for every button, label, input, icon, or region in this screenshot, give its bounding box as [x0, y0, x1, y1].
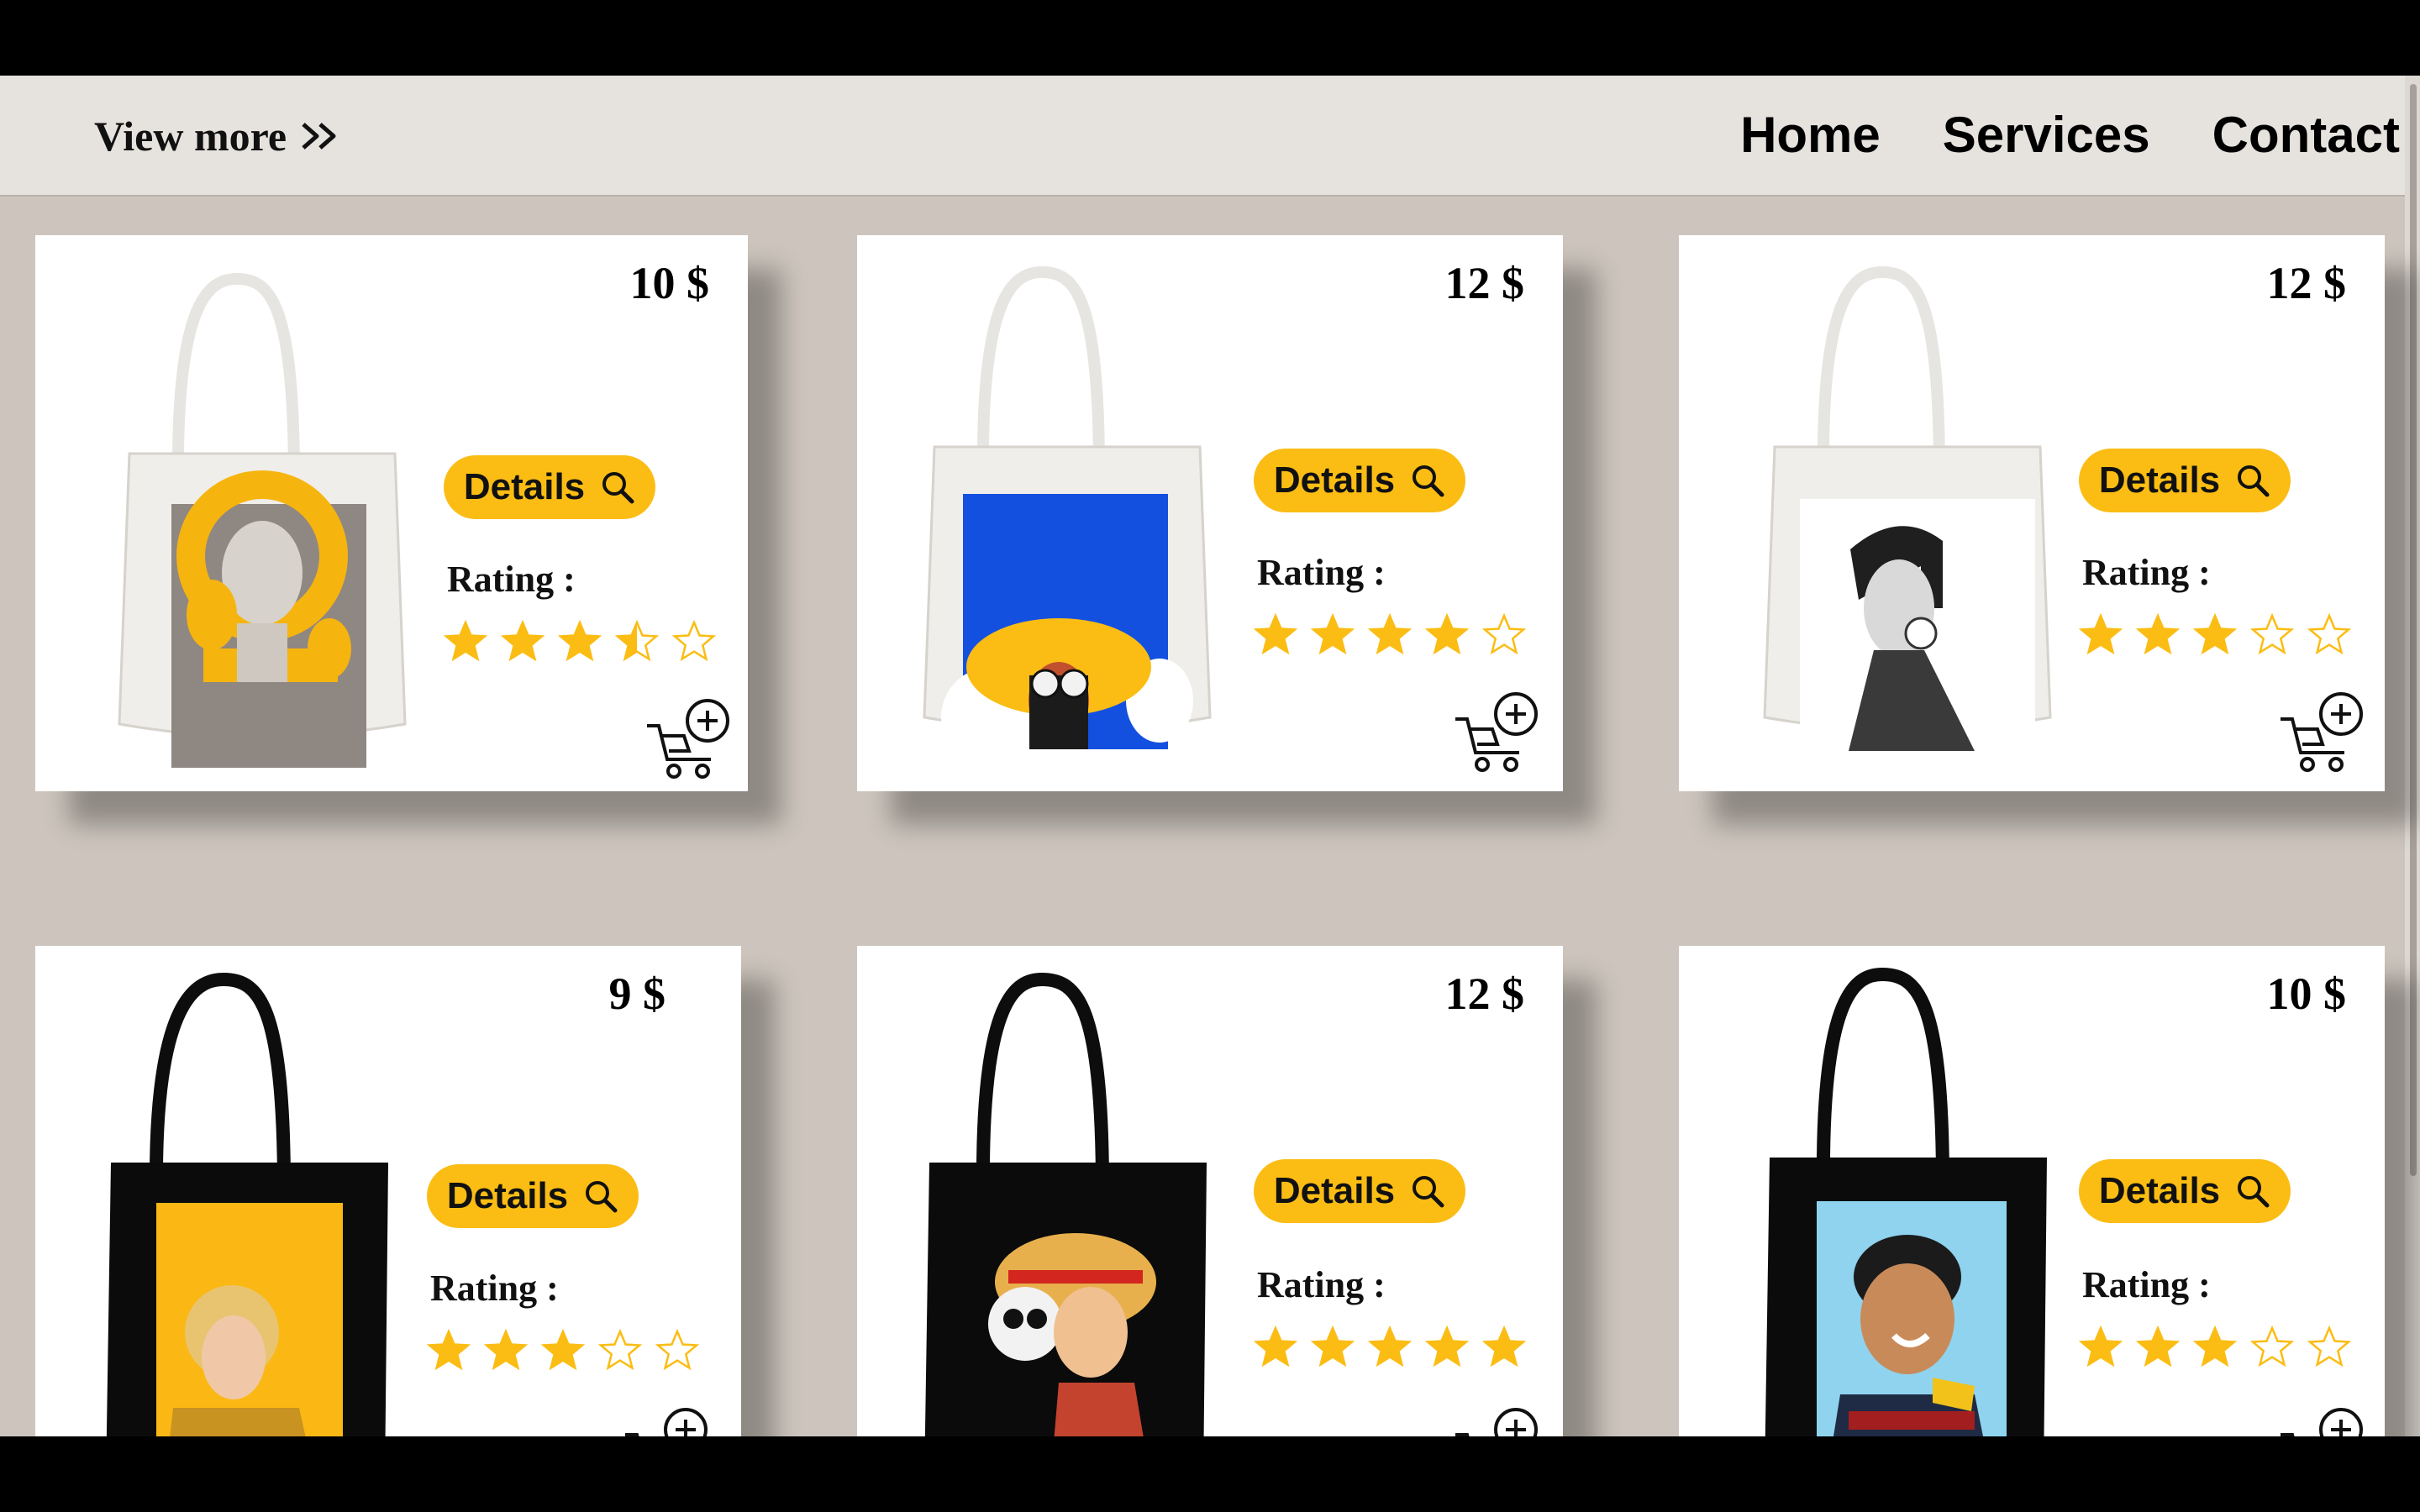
- star-rating: [1254, 1326, 1526, 1369]
- star-filled-icon: [501, 620, 544, 662]
- view-more-label: View more: [94, 113, 287, 160]
- view-more-link[interactable]: View more: [94, 111, 340, 161]
- star-empty-icon: [2307, 1326, 2351, 1368]
- search-icon: [2238, 1176, 2270, 1208]
- details-label: Details: [2098, 1170, 2221, 1211]
- star-filled-icon: [1254, 1326, 1297, 1368]
- product-card: 12 $ Details Rating :: [1679, 235, 2385, 791]
- product-image[interactable]: [1723, 958, 2075, 1436]
- rating-label: Rating :: [1257, 1264, 1386, 1305]
- add-to-cart-icon[interactable]: [645, 697, 731, 781]
- star-empty-icon: [655, 1329, 699, 1371]
- star-empty-icon: [2250, 613, 2294, 655]
- product-image[interactable]: [64, 963, 417, 1436]
- star-empty-icon: [672, 620, 716, 662]
- search-icon: [2238, 465, 2270, 497]
- star-filled-icon: [2079, 613, 2123, 655]
- details-label: Details: [463, 466, 586, 507]
- star-filled-icon: [1311, 1326, 1355, 1368]
- double-chevron-right-icon: [302, 123, 336, 150]
- product-price: 10 $: [629, 258, 710, 308]
- details-label: Details: [2098, 459, 2221, 501]
- star-filled-icon: [2193, 613, 2237, 655]
- product-image[interactable]: [1723, 247, 2075, 768]
- product-card: 9 $ Details Rating :: [35, 946, 741, 1436]
- details-button[interactable]: Details: [2079, 449, 2291, 512]
- star-filled-icon: [2079, 1326, 2123, 1368]
- search-icon: [602, 472, 634, 504]
- product-card: 12 $ Details Rating :: [857, 235, 1563, 791]
- nav-services-link[interactable]: Services: [1943, 106, 2150, 164]
- star-empty-icon: [1482, 613, 1526, 655]
- add-to-cart-icon[interactable]: [2279, 1406, 2365, 1436]
- product-image[interactable]: [882, 963, 1235, 1436]
- product-price: 12 $: [1444, 969, 1525, 1019]
- star-filled-icon: [541, 1329, 585, 1371]
- star-rating: [444, 620, 716, 664]
- details-label: Details: [1273, 459, 1396, 501]
- product-price: 12 $: [1444, 258, 1525, 308]
- product-image[interactable]: [882, 247, 1235, 768]
- nav-home-link[interactable]: Home: [1740, 106, 1881, 164]
- main-nav: Home Services Contact: [1740, 106, 2400, 164]
- star-rating: [427, 1329, 699, 1373]
- star-empty-icon: [598, 1329, 642, 1371]
- rating-label: Rating :: [430, 1268, 559, 1309]
- search-icon: [1413, 1176, 1444, 1208]
- rating-label: Rating :: [2082, 552, 2211, 593]
- rating-label: Rating :: [447, 559, 576, 600]
- star-filled-icon: [2193, 1326, 2237, 1368]
- star-filled-icon: [1254, 613, 1297, 655]
- product-card: 12 $ Details Rating :: [857, 946, 1563, 1436]
- star-filled-icon: [1482, 1326, 1526, 1368]
- star-empty-icon: [2250, 1326, 2294, 1368]
- star-filled-icon: [2136, 1326, 2180, 1368]
- search-icon: [586, 1181, 618, 1213]
- details-button[interactable]: Details: [2079, 1159, 2291, 1223]
- details-button[interactable]: Details: [427, 1164, 639, 1228]
- star-filled-icon: [1425, 613, 1469, 655]
- scrollbar-thumb[interactable]: [2410, 84, 2417, 1176]
- star-filled-icon: [444, 620, 487, 662]
- star-filled-icon: [1368, 613, 1412, 655]
- rating-label: Rating :: [1257, 552, 1386, 593]
- star-half-icon: [615, 620, 659, 662]
- star-rating: [2079, 613, 2351, 657]
- page-scrollbar[interactable]: [2405, 76, 2420, 1436]
- star-filled-icon: [1425, 1326, 1469, 1368]
- star-filled-icon: [1368, 1326, 1412, 1368]
- top-navbar: View more Home Services Contact: [0, 76, 2420, 197]
- product-image[interactable]: [77, 254, 430, 774]
- details-button[interactable]: Details: [444, 455, 655, 519]
- product-price: 10 $: [2266, 969, 2347, 1019]
- details-button[interactable]: Details: [1254, 449, 1465, 512]
- star-filled-icon: [558, 620, 602, 662]
- add-to-cart-icon[interactable]: [2279, 690, 2365, 774]
- star-rating: [2079, 1326, 2351, 1369]
- star-rating: [1254, 613, 1526, 657]
- nav-contact-link[interactable]: Contact: [2212, 106, 2400, 164]
- star-filled-icon: [2136, 613, 2180, 655]
- details-label: Details: [1273, 1170, 1396, 1211]
- details-label: Details: [446, 1175, 569, 1216]
- star-filled-icon: [1311, 613, 1355, 655]
- product-card: 10 $ Details Rating :: [1679, 946, 2385, 1436]
- add-to-cart-icon[interactable]: [1454, 1406, 1539, 1436]
- rating-label: Rating :: [2082, 1264, 2211, 1305]
- star-empty-icon: [2307, 613, 2351, 655]
- star-filled-icon: [427, 1329, 471, 1371]
- app-screen: View more Home Services Contact 10 $ Det…: [0, 76, 2420, 1436]
- product-price: 12 $: [2266, 258, 2347, 308]
- star-filled-icon: [484, 1329, 528, 1371]
- product-price: 9 $: [608, 969, 666, 1019]
- add-to-cart-icon[interactable]: [1454, 690, 1539, 774]
- search-icon: [1413, 465, 1444, 497]
- add-to-cart-icon[interactable]: [623, 1406, 709, 1436]
- product-card: 10 $ Details Rating :: [35, 235, 748, 791]
- details-button[interactable]: Details: [1254, 1159, 1465, 1223]
